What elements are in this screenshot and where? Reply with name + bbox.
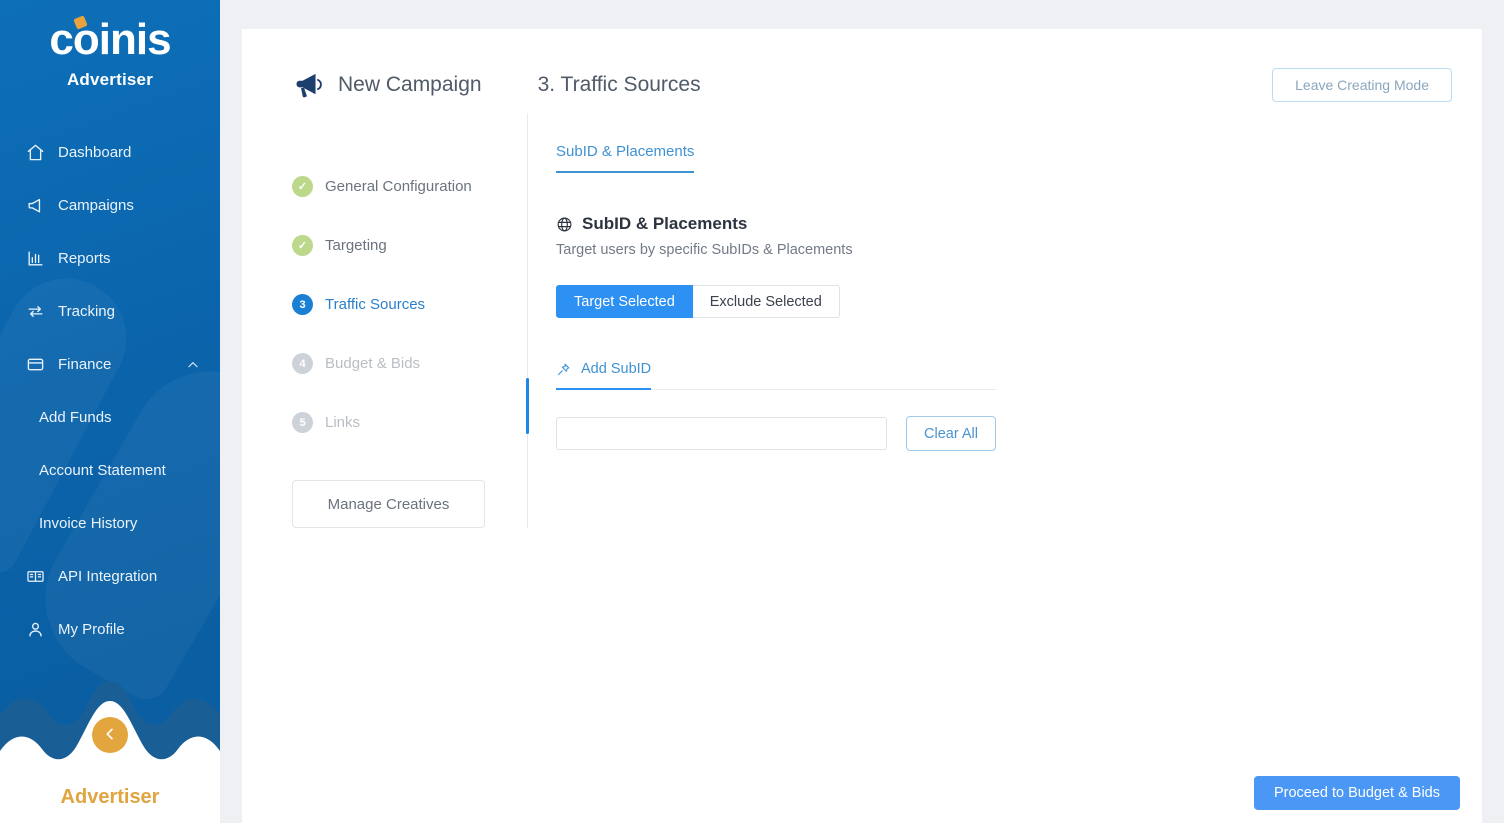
- panel-tabs: SubID & Placements: [556, 143, 1482, 174]
- section-title: SubID & Placements: [582, 214, 748, 233]
- step-label: Targeting: [325, 237, 387, 254]
- logo-subtitle: Advertiser: [66, 70, 154, 89]
- sidebar-bottom-label: Advertiser: [60, 786, 160, 808]
- step-label: General Configuration: [325, 178, 472, 195]
- tab-subid-placements[interactable]: SubID & Placements: [556, 143, 695, 173]
- sidebar-item-dashboard[interactable]: Dashboard: [0, 126, 220, 179]
- check-icon: ✓: [292, 176, 313, 197]
- sidebar-subitem-label: Add Funds: [39, 409, 112, 426]
- campaign-card: New Campaign 3. Traffic Sources Leave Cr…: [242, 29, 1482, 823]
- chevron-up-icon: [186, 358, 200, 372]
- step-item-traffic-sources[interactable]: 3 Traffic Sources: [292, 275, 527, 334]
- sidebar-item-label: Campaigns: [58, 197, 134, 214]
- sidebar-item-invoice-history[interactable]: Invoice History: [0, 497, 220, 550]
- sidebar-item-account-statement[interactable]: Account Statement: [0, 444, 220, 497]
- sidebar-item-label: Dashboard: [58, 144, 132, 161]
- tab-add-subid[interactable]: Add SubID: [556, 361, 652, 390]
- campaign-body: ✓ General Configuration ✓ Targeting 3 Tr…: [242, 113, 1482, 528]
- sidebar-item-label: Reports: [58, 250, 111, 267]
- sidebar-item-finance[interactable]: Finance: [0, 338, 220, 391]
- book-icon: [24, 566, 46, 588]
- logo-mark: coinis: [49, 14, 171, 66]
- target-exclude-toggle: Target Selected Exclude Selected: [556, 285, 840, 318]
- step-item-links[interactable]: 5 Links: [292, 393, 527, 452]
- home-icon: [24, 142, 46, 164]
- sidebar-logo[interactable]: coinis Advertiser: [0, 0, 220, 90]
- sidebar-item-label: Finance: [58, 356, 112, 373]
- subid-subtabs: Add SubID: [556, 361, 996, 390]
- sidebar-collapse-button[interactable]: [92, 717, 128, 753]
- step-item-general-configuration[interactable]: ✓ General Configuration: [292, 157, 527, 216]
- sidebar-item-label: API Integration: [58, 568, 158, 585]
- target-selected-button[interactable]: Target Selected: [556, 285, 693, 318]
- section-subtitle: Target users by specific SubIDs & Placem…: [556, 242, 853, 258]
- globe-icon: [556, 216, 573, 233]
- megaphone-icon: [292, 70, 324, 100]
- sidebar-subitem-label: Invoice History: [39, 515, 138, 532]
- step-label: Traffic Sources: [325, 296, 426, 313]
- card-icon: [24, 354, 46, 376]
- exclude-selected-button[interactable]: Exclude Selected: [692, 285, 840, 318]
- proceed-to-budget-and-bids-button[interactable]: Proceed to Budget & Bids: [1253, 776, 1460, 810]
- leave-creating-mode-button[interactable]: Leave Creating Mode: [1272, 68, 1452, 102]
- sidebar-item-api-integration[interactable]: API Integration: [0, 550, 220, 603]
- manage-creatives-button[interactable]: Manage Creatives: [292, 480, 485, 528]
- sidebar-item-campaigns[interactable]: Campaigns: [0, 179, 220, 232]
- panel-divider: [526, 113, 529, 528]
- page-title: New Campaign: [338, 73, 482, 96]
- megaphone-icon: [24, 195, 46, 217]
- step-item-budget-and-bids[interactable]: 4 Budget & Bids: [292, 334, 527, 393]
- sidebar: coinis Advertiser Dashboard Campaigns Re…: [0, 0, 220, 823]
- sidebar-item-label: Tracking: [58, 303, 115, 320]
- subid-input-row: Clear All: [556, 416, 1482, 451]
- sidebar-item-reports[interactable]: Reports: [0, 232, 220, 285]
- step-list: ✓ General Configuration ✓ Targeting 3 Tr…: [292, 113, 527, 528]
- sidebar-nav: Dashboard Campaigns Reports Tracking Fin…: [0, 126, 220, 656]
- clear-all-button[interactable]: Clear All: [906, 416, 996, 451]
- step-number-badge: 4: [292, 353, 313, 374]
- arrows-swap-icon: [24, 301, 46, 323]
- step-label: Links: [325, 414, 361, 431]
- step-number-badge: 5: [292, 412, 313, 433]
- main-area: New Campaign 3. Traffic Sources Leave Cr…: [220, 0, 1504, 823]
- logo-text: coinis: [49, 15, 171, 64]
- chevron-left-icon: [102, 726, 118, 745]
- active-step-indicator: [526, 378, 529, 434]
- traffic-sources-panel: SubID & Placements SubID & Placements Ta…: [528, 113, 1482, 528]
- subid-input[interactable]: [556, 417, 887, 450]
- app-root: coinis Advertiser Dashboard Campaigns Re…: [0, 0, 1504, 823]
- step-item-targeting[interactable]: ✓ Targeting: [292, 216, 527, 275]
- section-title-row: SubID & Placements: [556, 214, 1482, 234]
- campaign-header: New Campaign 3. Traffic Sources Leave Cr…: [242, 29, 1482, 113]
- check-icon: ✓: [292, 235, 313, 256]
- sidebar-item-add-funds[interactable]: Add Funds: [0, 391, 220, 444]
- step-number-badge: 3: [292, 294, 313, 315]
- step-label: Budget & Bids: [325, 355, 421, 372]
- bar-chart-icon: [24, 248, 46, 270]
- pin-icon: [556, 362, 571, 377]
- sidebar-item-tracking[interactable]: Tracking: [0, 285, 220, 338]
- sidebar-subitem-label: Account Statement: [39, 462, 166, 479]
- page-step-title: 3. Traffic Sources: [537, 73, 701, 96]
- tab-add-subid-label: Add SubID: [581, 361, 652, 377]
